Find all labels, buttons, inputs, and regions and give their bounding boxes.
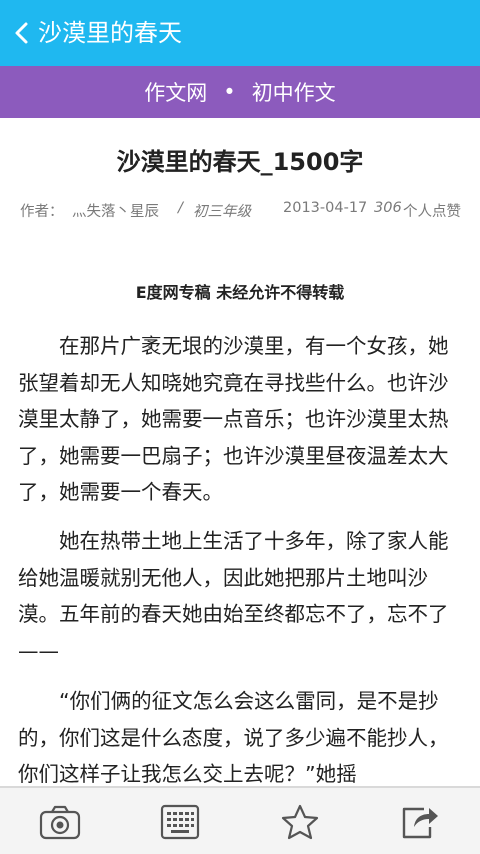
star-icon — [281, 804, 319, 840]
grade-label: 初三年级 — [193, 204, 251, 220]
meta-separator: / — [178, 200, 183, 216]
top-app-bar: 沙漠里的春天 — [0, 0, 480, 66]
breadcrumb-site[interactable]: 作文网 — [144, 77, 207, 107]
publish-date: 2013-04-17 — [283, 200, 368, 216]
copyright-notice: E度网专稿 未经允许不得转载 — [135, 283, 345, 302]
author-name[interactable]: 灬失落丶星辰 — [72, 200, 159, 221]
breadcrumb-separator: • — [223, 80, 236, 104]
camera-button[interactable] — [34, 798, 86, 846]
page-title: 沙漠里的春天 — [38, 19, 182, 47]
share-icon — [402, 807, 438, 839]
bottom-toolbar — [0, 786, 480, 854]
chevron-left-icon — [15, 22, 28, 44]
breadcrumb: 作文网 • 初中作文 — [0, 66, 480, 118]
camera-icon — [39, 805, 81, 840]
favorite-button[interactable] — [274, 798, 326, 846]
back-button[interactable] — [0, 0, 38, 66]
article-content[interactable]: 沙漠里的春天_1500字 作者： 灬失落丶星辰 / 初三年级 2013-04-1… — [0, 118, 480, 786]
breadcrumb-category[interactable]: 初中作文 — [252, 77, 336, 107]
article-paragraph: 她在热带土地上生活了十多年，除了家人能给她温暖就别无他人，因此她把那片土地叫沙漠… — [18, 529, 449, 663]
article-paragraph: 在那片广袤无垠的沙漠里，有一个女孩，她张望着却无人知晓她究竟在寻找些什么。也许沙… — [18, 334, 449, 504]
keyboard-icon — [160, 804, 200, 840]
keyboard-button[interactable] — [154, 798, 206, 846]
article-meta: 作者： 灬失落丶星辰 / 初三年级 2013-04-17 306 个人点赞 — [20, 200, 466, 222]
likes-count: 306 — [374, 200, 402, 216]
share-button[interactable] — [393, 798, 445, 846]
author-label: 作者： — [20, 204, 64, 220]
article-title: 沙漠里的春天_1500字 — [116, 148, 364, 176]
article-paragraph: “你们俩的征文怎么会这么雷同，是不是抄的，你们这是什么态度，说了多少遍不能抄人，… — [18, 689, 449, 786]
likes-label: 个人点赞 — [403, 204, 461, 220]
